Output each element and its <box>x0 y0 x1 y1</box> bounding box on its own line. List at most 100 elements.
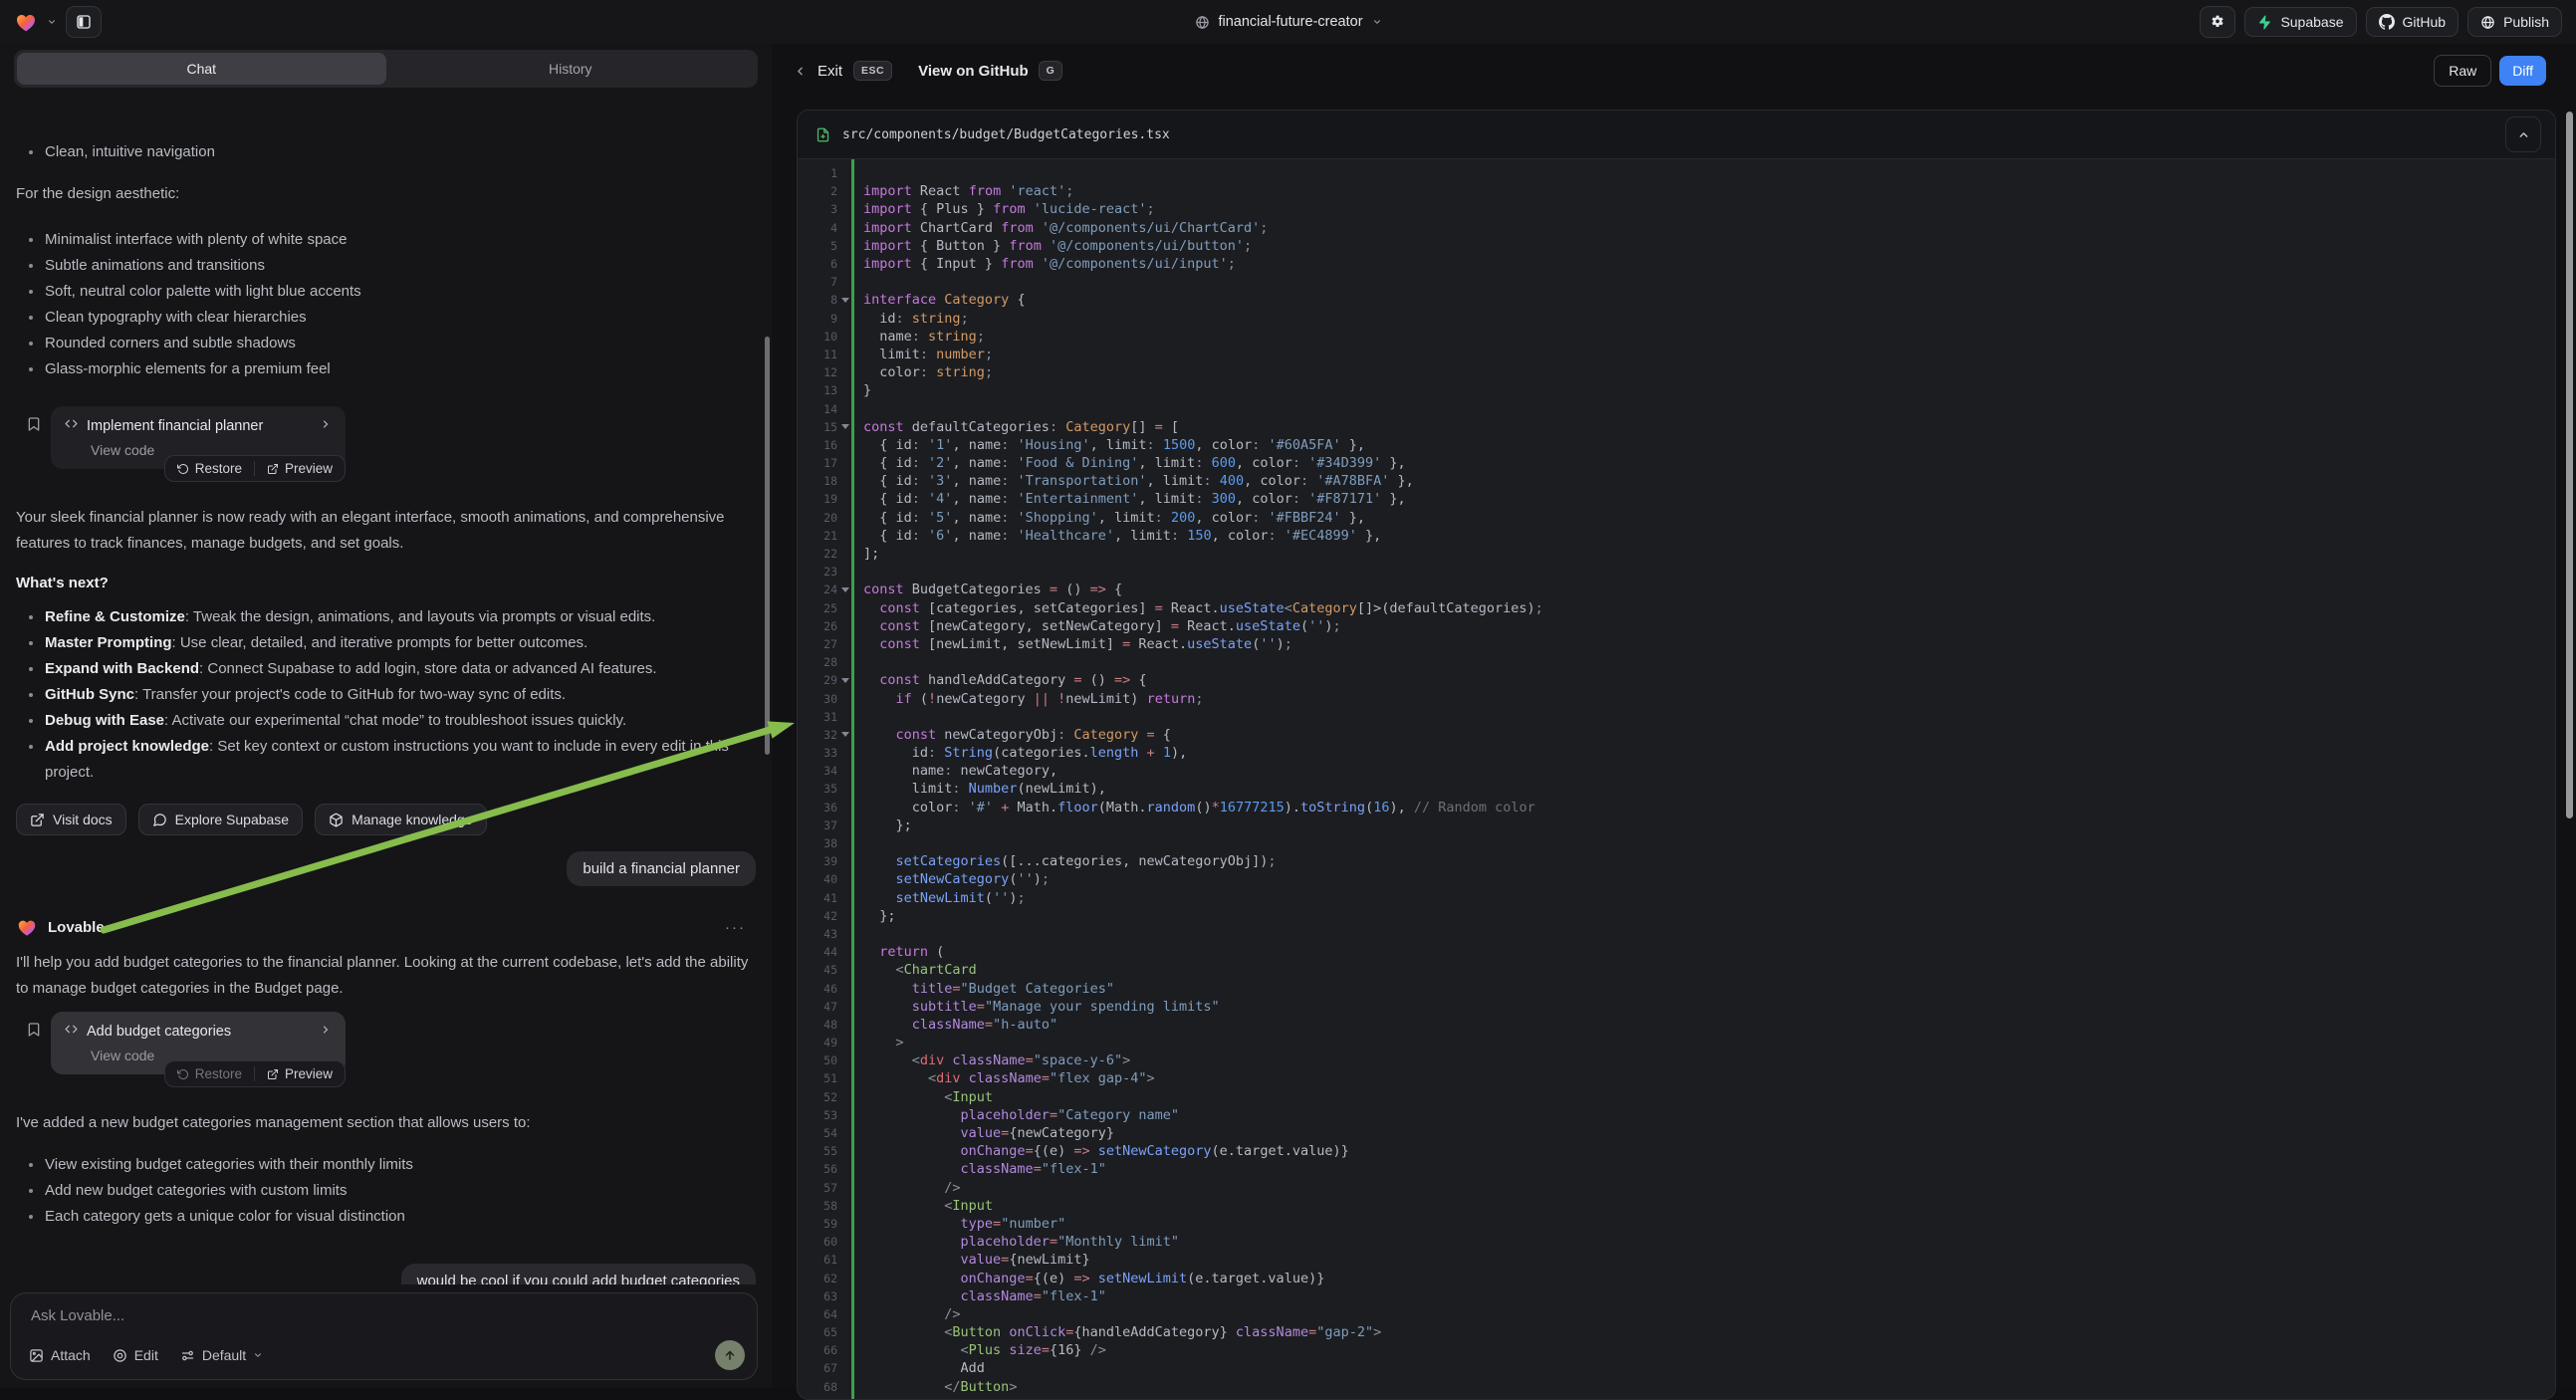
bullet-dot-icon <box>29 1215 33 1219</box>
code-text: className="flex-1" <box>853 1161 1106 1177</box>
exit-button[interactable]: Exit ESC <box>794 61 892 81</box>
chat-paragraph: I'll help you add budget categories to t… <box>16 950 756 1002</box>
line-number: 25 <box>798 601 837 615</box>
chat-heading: What's next? <box>16 571 756 596</box>
line-number: 64 <box>798 1307 837 1321</box>
code-text: <Plus size={16} /> <box>853 1342 1106 1358</box>
top-bar: financial-future-creator Supabase GitHub <box>0 0 2576 44</box>
bookmark-icon[interactable] <box>26 416 42 469</box>
code-text: import { Input } from '@/components/ui/i… <box>853 256 1236 272</box>
code-text: { id: '6', name: 'Healthcare', limit: 15… <box>853 528 1381 544</box>
restore-button[interactable]: Restore <box>177 1066 242 1081</box>
bullet-dot-icon <box>29 150 33 154</box>
send-button[interactable] <box>715 1340 745 1370</box>
line-number: 37 <box>798 818 837 832</box>
code-line: 41 setNewLimit(''); <box>798 889 2555 907</box>
bookmark-icon <box>26 1022 42 1038</box>
line-number: 31 <box>798 710 837 724</box>
project-selector[interactable]: financial-future-creator <box>1194 0 1381 44</box>
chip-visit-docs[interactable]: Visit docs <box>16 804 126 835</box>
code-line: 6import { Input } from '@/components/ui/… <box>798 255 2555 273</box>
github-button[interactable]: GitHub <box>2366 7 2459 37</box>
bookmark-icon[interactable] <box>26 1022 42 1074</box>
more-options-button[interactable]: ··· <box>725 919 756 936</box>
chat-input[interactable]: Ask Lovable... <box>31 1307 124 1324</box>
code-text: <div className="flex gap-4"> <box>853 1070 1155 1086</box>
panel-left-icon <box>76 14 92 30</box>
line-number: 1 <box>798 166 837 180</box>
line-number: 39 <box>798 854 837 868</box>
code-text: { id: '3', name: 'Transportation', limit… <box>853 473 1414 489</box>
code-viewer-header: Exit ESC View on GitHub G Raw Diff <box>772 49 2576 93</box>
code-text: </Button> <box>853 1379 1017 1395</box>
version-card[interactable]: Add budget categoriesView codeRestorePre… <box>51 1012 346 1074</box>
preview-button[interactable]: Preview <box>267 1066 333 1081</box>
line-number: 68 <box>798 1380 837 1394</box>
chip-explore-supabase[interactable]: Explore Supabase <box>138 804 303 835</box>
mode-selector[interactable]: Default <box>180 1347 263 1363</box>
code-line: 65 <Button onClick={handleAddCategory} c… <box>798 1323 2555 1341</box>
code-line: 39 setCategories([...categories, newCate… <box>798 852 2555 870</box>
bullet-text: Debug with Ease: Activate our experiment… <box>45 708 626 734</box>
code-text: } <box>853 382 871 398</box>
line-number: 21 <box>798 529 837 543</box>
code-line: 56 className="flex-1" <box>798 1160 2555 1178</box>
collapse-file-button[interactable] <box>2505 117 2541 152</box>
attach-button[interactable]: Attach <box>29 1347 91 1363</box>
preview-button[interactable]: Preview <box>267 461 333 476</box>
line-number: 66 <box>798 1343 837 1357</box>
chat-scrollbar[interactable] <box>765 337 770 755</box>
code-text: const [newLimit, setNewLimit] = React.us… <box>853 636 1292 652</box>
line-number: 55 <box>798 1144 837 1158</box>
version-card[interactable]: Implement financial plannerView codeRest… <box>51 406 346 469</box>
lovable-heart-icon <box>16 916 38 938</box>
quick-action-chips: Visit docs Explore Supabase Manage knowled… <box>16 804 756 835</box>
settings-button[interactable] <box>2200 6 2235 38</box>
tab-history[interactable]: History <box>386 53 756 85</box>
view-on-github-button[interactable]: View on GitHub G <box>918 61 1062 81</box>
restore-button[interactable]: Restore <box>177 461 242 476</box>
code-text: const defaultCategories: Category[] = [ <box>853 419 1179 435</box>
line-number: 52 <box>798 1090 837 1104</box>
bullet-dot-icon <box>29 693 33 697</box>
line-number: 16 <box>798 438 837 452</box>
chevron-down-icon[interactable] <box>47 17 57 27</box>
bullet-item: Clean typography with clear hierarchies <box>16 305 756 331</box>
line-number: 7 <box>798 275 837 289</box>
toggle-sidebar-button[interactable] <box>66 6 102 38</box>
edit-mode-button[interactable]: Edit <box>113 1347 158 1363</box>
code-text: onChange={(e) => setNewLimit(e.target.va… <box>853 1271 1324 1286</box>
code-line: 52 <Input <box>798 1088 2555 1106</box>
preview-icon <box>267 1068 279 1080</box>
diff-toggle-button[interactable]: Diff <box>2499 56 2546 86</box>
tab-chat[interactable]: Chat <box>17 53 386 85</box>
code-text: }; <box>853 908 896 924</box>
bullet-item: Soft, neutral color palette with light b… <box>16 279 756 305</box>
bullet-text: Each category gets a unique color for vi… <box>45 1204 405 1230</box>
gear-icon <box>2210 14 2225 30</box>
publish-button[interactable]: Publish <box>2467 7 2562 37</box>
code-line: 34 name: newCategory, <box>798 762 2555 780</box>
chat-scroll-area[interactable]: Clean, intuitive navigationFor the desig… <box>0 135 772 1284</box>
window-scrollbar[interactable] <box>2566 112 2573 818</box>
version-card-row: Implement financial plannerView codeRest… <box>16 406 756 469</box>
chip-manage-knowledge[interactable]: Manage knowledge <box>315 804 486 835</box>
bullet-text: Rounded corners and subtle shadows <box>45 331 296 356</box>
code-line: 23 <box>798 563 2555 581</box>
esc-shortcut-badge: ESC <box>853 61 892 81</box>
supabase-button[interactable]: Supabase <box>2244 7 2356 37</box>
bullet-item: Glass-morphic elements for a premium fee… <box>16 356 756 382</box>
code-line: 32 const newCategoryObj: Category = { <box>798 726 2555 744</box>
sliders-icon <box>180 1348 195 1363</box>
lovable-logo-heart-icon[interactable] <box>14 10 38 34</box>
raw-toggle-button[interactable]: Raw <box>2434 55 2491 87</box>
code-line: 27 const [newLimit, setNewLimit] = React… <box>798 635 2555 653</box>
chevron-left-icon <box>794 65 807 78</box>
code-text: className="h-auto" <box>853 1017 1057 1033</box>
composer[interactable]: Ask Lovable... Attach Edit Default <box>10 1292 758 1380</box>
code-line: 49 > <box>798 1034 2555 1051</box>
line-number: 28 <box>798 655 837 669</box>
chevron-down-icon <box>253 1350 263 1360</box>
code-text: const newCategoryObj: Category = { <box>853 727 1171 743</box>
code-line: 47 subtitle="Manage your spending limits… <box>798 998 2555 1016</box>
